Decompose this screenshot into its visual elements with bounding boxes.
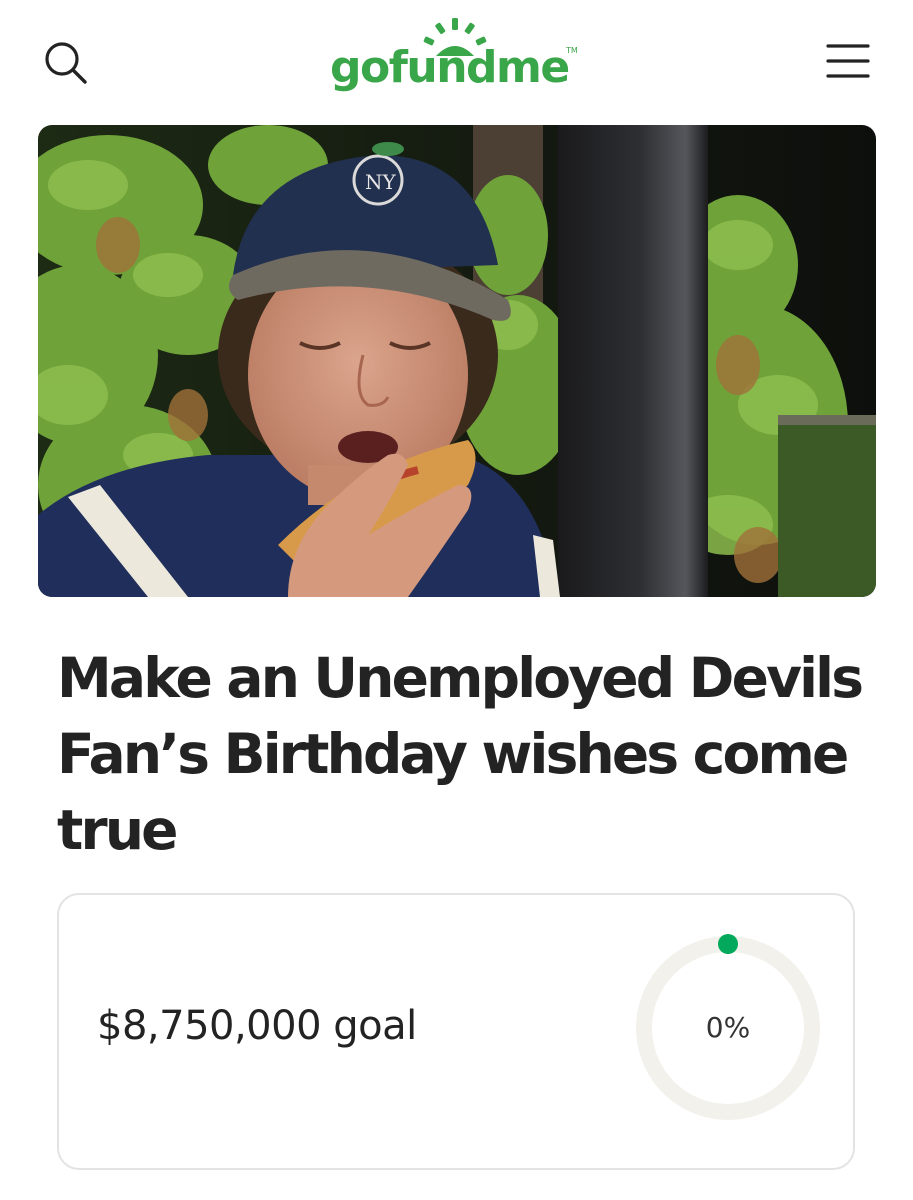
gofundme-logo[interactable]: gofundme TM [330,16,590,106]
goal-amount: $8,750,000 goal [97,1003,417,1049]
campaign-title: Make an Unemployed Devils Fan’s Birthday… [57,646,864,862]
hamburger-menu-icon [826,44,870,78]
logo-trademark: TM [566,46,578,55]
campaign-hero-image: NY [38,125,876,597]
search-icon [45,42,87,84]
logo-wordmark: gofundme [330,42,570,93]
progress-percent: 0% [705,1011,751,1044]
goal-card: $8,750,000 goal 0% [57,893,855,1170]
menu-button[interactable] [822,38,874,84]
search-button[interactable] [38,36,92,90]
hero-photo: NY [38,125,876,597]
top-header: gofundme TM [0,0,913,118]
svg-text:NY: NY [365,170,397,194]
